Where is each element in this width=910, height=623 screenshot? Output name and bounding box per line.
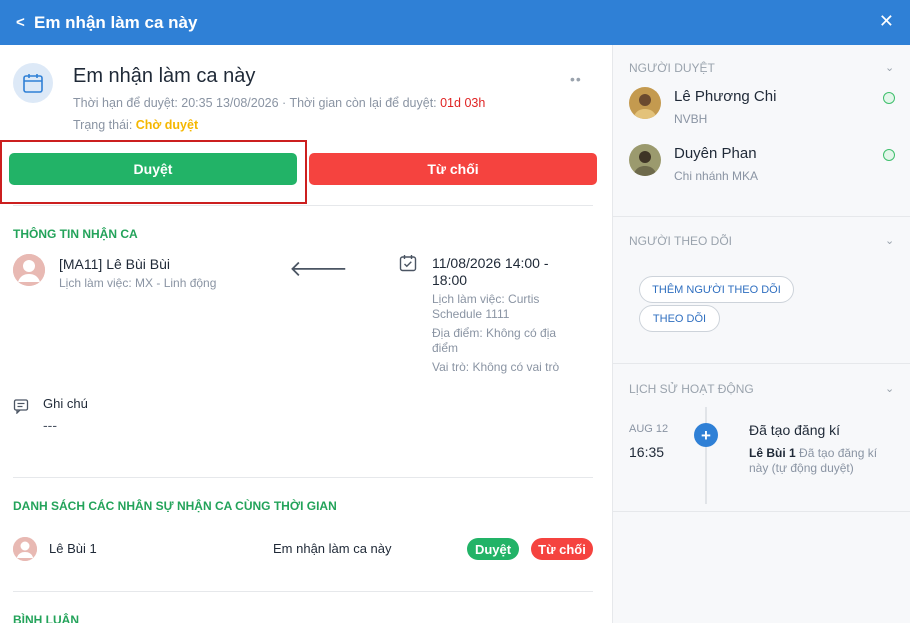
status-label: Trạng thái: (73, 118, 136, 132)
right-sidebar: NGƯỜI DUYỆT ⌄ Lê Phương Chi NVBH Duyên P… (612, 45, 910, 623)
request-title: Em nhận làm ca này (73, 65, 256, 87)
employee-name: [MA11] Lê Bùi Bùi (59, 256, 171, 272)
calendar-check-icon (399, 254, 417, 277)
add-follower-button[interactable]: THÊM NGƯỜI THEO DÕI (639, 276, 794, 303)
top-bar: < Em nhận làm ca này ✕ (0, 0, 910, 45)
approver-avatar (629, 87, 661, 119)
divider (13, 591, 593, 592)
chevron-left-icon[interactable]: < (16, 14, 30, 31)
request-detail-panel: Em nhận làm ca này Thời hạn để duyệt: 20… (0, 45, 612, 623)
calendar-icon (13, 63, 53, 103)
list-approve-button[interactable]: Duyệt (467, 538, 519, 560)
approve-button[interactable]: Duyệt (9, 153, 297, 185)
history-action: Đã tạo đăng kí (749, 422, 841, 438)
status-badge: Chờ duyệt (135, 118, 199, 132)
list-request-title: Em nhận làm ca này (273, 541, 392, 556)
history-title: LỊCH SỬ HOẠT ĐỘNG (629, 382, 754, 396)
comments-title: BÌNH LUẬN (13, 613, 79, 623)
note-value: --- (43, 417, 57, 433)
divider (13, 205, 593, 206)
shift-role: Vai trò: Không có vai trò (432, 360, 560, 374)
followers-title: NGƯỜI THEO DÕI (629, 234, 732, 248)
close-icon[interactable]: ✕ (879, 11, 894, 32)
approvers-title: NGƯỜI DUYỆT (629, 61, 715, 75)
list-avatar (13, 537, 37, 561)
approver-status-icon (883, 149, 895, 161)
divider (613, 216, 910, 217)
employee-schedule: Lịch làm việc: MX - Linh động (59, 276, 217, 290)
divider (613, 363, 910, 364)
shift-location: Địa điểm: Không có địa điểm (432, 326, 557, 355)
approver-role: NVBH (674, 112, 708, 126)
chevron-down-icon[interactable]: ⌄ (885, 61, 894, 74)
follow-button[interactable]: THEO DÕI (639, 305, 720, 332)
chevron-down-icon[interactable]: ⌄ (885, 382, 894, 395)
history-detail: Lê Bùi 1 Đã tạo đăng kí này (tự động duy… (749, 446, 897, 476)
approver-name: Duyên Phan (674, 145, 757, 162)
note-icon (13, 398, 29, 419)
same-time-list-title: DANH SÁCH CÁC NHÂN SỰ NHẬN CA CÙNG THỜI … (13, 499, 337, 513)
shift-time: 11/08/2026 14:00 - 18:00 (432, 255, 549, 288)
approver-name: Lê Phương Chi (674, 88, 777, 105)
shift-schedule: Lịch làm việc: Curtis Schedule 1111 (432, 292, 540, 321)
status-info: Trạng thái: Chờ duyệt (73, 118, 198, 132)
shift-info-title: THÔNG TIN NHẬN CA (13, 227, 138, 241)
divider (613, 511, 910, 512)
history-time: 16:35 (629, 444, 665, 460)
plus-icon: + (694, 423, 718, 447)
note-label: Ghi chú (43, 396, 88, 411)
approver-status-icon (883, 92, 895, 104)
divider (13, 477, 593, 478)
deadline-label: Thời hạn để duyệt: 20:35 13/08/2026 · Th… (73, 96, 441, 110)
list-employee-name: Lê Bùi 1 (49, 541, 97, 556)
approver-avatar (629, 144, 661, 176)
approver-branch: Chi nhánh MKA (674, 169, 759, 183)
list-reject-button[interactable]: Từ chối (531, 538, 593, 560)
header-title: Em nhận làm ca này (34, 12, 198, 32)
timeline-line (705, 407, 707, 504)
history-date: AUG 12 (629, 423, 669, 435)
remaining-time: 01d 03h (440, 96, 486, 110)
arrow-left-icon: 🡐 (289, 256, 348, 281)
reject-button[interactable]: Từ chối (309, 153, 597, 185)
history-actor: Lê Bùi 1 (749, 446, 796, 460)
chevron-down-icon[interactable]: ⌄ (885, 234, 894, 247)
employee-avatar (13, 254, 45, 286)
deadline-info: Thời hạn để duyệt: 20:35 13/08/2026 · Th… (73, 96, 485, 110)
more-options-icon[interactable]: •• (570, 71, 582, 87)
